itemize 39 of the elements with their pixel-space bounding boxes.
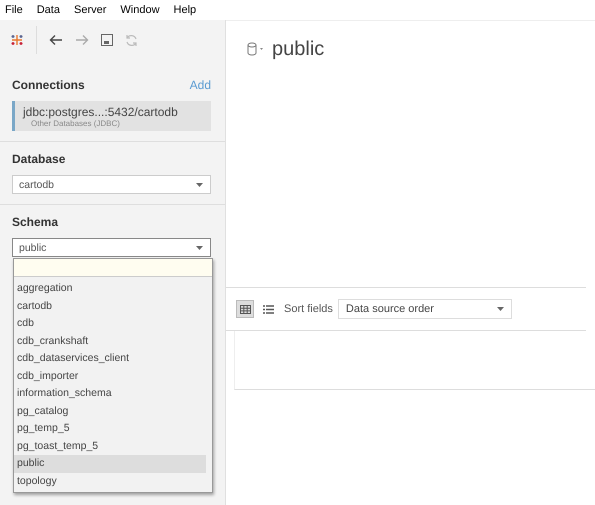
dropdown-option[interactable]: cartodb [14, 298, 206, 315]
section-heading: Database [12, 152, 66, 166]
save-icon[interactable] [101, 34, 113, 46]
sort-label: Sort fields [284, 303, 333, 315]
menu-item[interactable]: Data [36, 4, 61, 16]
section-heading: Connections [12, 78, 85, 92]
menu-item[interactable]: Window [119, 4, 161, 16]
connection-name: jdbc:postgres...:5432/cartodb [23, 105, 179, 119]
page-title: public [272, 38, 324, 60]
connection-item[interactable]: jdbc:postgres...:5432/cartodb Other Databases (JDBC) [12, 101, 211, 131]
dropdown-option[interactable]: information_schema [14, 385, 206, 402]
dropdown-option[interactable]: cdb_crankshaft [14, 332, 206, 350]
section-heading: Schema [12, 215, 58, 229]
dropdown-option[interactable]: cdb_dataservices_client [14, 350, 206, 368]
menu-item[interactable]: Help [172, 4, 198, 16]
schema-dropdown[interactable]: public [12, 238, 211, 257]
dropdown-option[interactable]: pg_temp_5 [14, 420, 206, 438]
caret-icon [496, 307, 504, 311]
dropdown-option[interactable]: public [14, 455, 206, 472]
dropdown-option[interactable]: cdb_importer [14, 368, 206, 385]
database-dropdown[interactable]: cartodb [12, 175, 211, 194]
dropdown-option[interactable]: pg_toast_temp_5 [14, 438, 206, 455]
caret-icon [196, 246, 203, 250]
search-field[interactable] [14, 259, 212, 277]
database-icon[interactable] [247, 42, 264, 56]
dropdown-option[interactable]: topology [14, 472, 206, 490]
logo-icon[interactable] [10, 33, 24, 47]
list-view-icon [262, 304, 274, 314]
caret-icon [196, 182, 203, 186]
grid-view-icon [240, 304, 250, 314]
back-arrow-icon[interactable] [49, 34, 63, 46]
view-toggle-button[interactable] [236, 300, 254, 318]
dropdown-option[interactable]: pg_catalog [14, 402, 206, 420]
dropdown-option[interactable]: cdb [14, 315, 206, 332]
menu-item[interactable]: Server [72, 4, 108, 16]
dropdown-option[interactable]: aggregation [14, 280, 206, 298]
menu-item[interactable]: File [4, 4, 24, 16]
connection-type: Other Databases (JDBC) [30, 119, 121, 128]
sort-dropdown[interactable]: Data source order [338, 299, 512, 319]
